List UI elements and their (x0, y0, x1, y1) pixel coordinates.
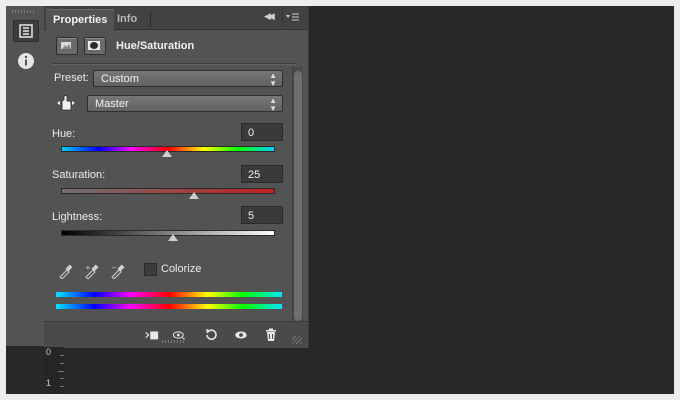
updown-arrows-icon: ▲ ▼ (269, 71, 277, 88)
tab-properties[interactable]: Properties (46, 9, 115, 30)
hue-label: Hue: (52, 128, 76, 140)
ruler-tick (60, 386, 64, 387)
ruler-label: 0 (46, 347, 52, 357)
lightness-slider-thumb[interactable] (168, 234, 178, 241)
delete-trash-icon[interactable] (264, 328, 278, 342)
properties-panel: Properties Info ◀◀ Hue/Saturation Preset… (44, 6, 309, 348)
saturation-slider-track[interactable] (61, 188, 275, 194)
channel-value: Master (95, 98, 129, 110)
colorize-label: Colorize (161, 263, 202, 275)
info-dock-button[interactable] (13, 50, 39, 72)
header-divider (52, 63, 296, 65)
panel-dock-strip (6, 6, 45, 346)
colorize-checkbox[interactable] (144, 263, 157, 276)
panel-bottom-toolbar (44, 321, 308, 348)
svg-text:+: + (85, 264, 91, 272)
vertical-ruler: 0 1 (44, 347, 64, 393)
panel-resize-grip[interactable] (292, 336, 302, 344)
mask-icon[interactable] (84, 37, 106, 55)
adjustment-layer-icon[interactable] (56, 37, 78, 55)
saturation-label: Saturation: (52, 169, 106, 181)
eyedropper-icon[interactable] (58, 263, 74, 279)
tab-divider (150, 11, 151, 27)
adjustment-properties-icon (19, 24, 33, 38)
collapse-panel-icon[interactable]: ◀◀ (264, 11, 275, 22)
ruler-tick (60, 378, 64, 379)
svg-text:−: − (111, 264, 117, 272)
lightness-label: Lightness: (52, 211, 103, 223)
eyedropper-minus-icon[interactable]: − (110, 263, 126, 279)
properties-header: Hue/Saturation (56, 36, 194, 56)
saturation-input[interactable]: 25 (241, 165, 283, 183)
tab-info[interactable]: Info (110, 9, 144, 29)
panel-menu-button[interactable] (282, 9, 303, 27)
hue-input[interactable]: 0 (241, 123, 283, 141)
lightness-input[interactable]: 5 (241, 206, 283, 224)
targeted-adjustment-hand-icon[interactable] (56, 93, 76, 113)
properties-dock-button[interactable] (13, 20, 39, 42)
hue-slider-thumb[interactable] (162, 150, 172, 157)
dock-grip[interactable] (12, 10, 36, 13)
eyedropper-plus-icon[interactable]: + (84, 263, 100, 279)
channel-dropdown[interactable]: Master ▲ ▼ (87, 95, 283, 113)
panel-menu-icon (286, 13, 299, 21)
reset-icon[interactable] (204, 328, 218, 342)
input-color-bar (56, 292, 282, 297)
preset-label: Preset: (54, 72, 89, 84)
visibility-eye-icon[interactable] (234, 328, 248, 342)
output-color-bar (56, 304, 282, 309)
scrollbar-thumb[interactable] (294, 71, 302, 321)
updown-arrows-icon: ▲ ▼ (269, 96, 277, 113)
panel-scrollbar[interactable] (292, 67, 303, 325)
ruler-tick (60, 363, 64, 364)
preset-dropdown[interactable]: Custom ▲ ▼ (93, 70, 283, 88)
saturation-slider-thumb[interactable] (189, 192, 199, 199)
ruler-tick (60, 355, 64, 356)
preset-value: Custom (101, 73, 139, 85)
info-icon (18, 53, 34, 69)
panel-title: Hue/Saturation (116, 40, 195, 52)
panel-tabbar: Properties Info ◀◀ (44, 7, 308, 30)
ruler-tick (58, 371, 64, 372)
panel-bottom-grip[interactable] (162, 340, 184, 343)
ruler-label: 1 (46, 378, 52, 388)
clip-to-layer-icon[interactable] (145, 328, 159, 342)
